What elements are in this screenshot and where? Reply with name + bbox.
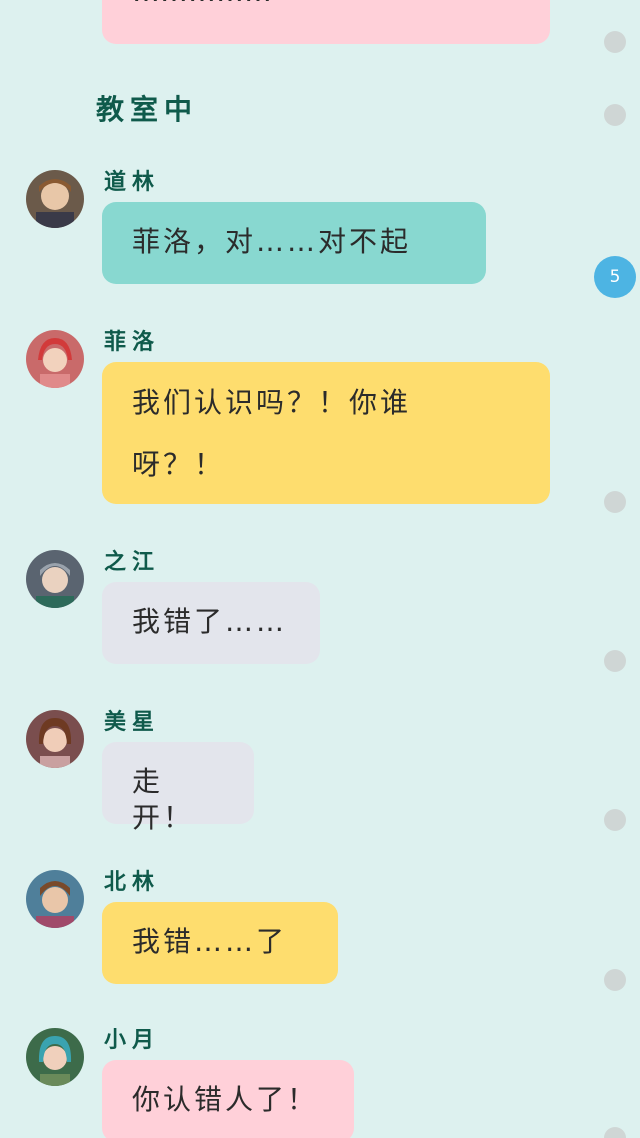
read-indicator-dot — [604, 1127, 626, 1138]
message-bubble[interactable]: 走开！ — [102, 742, 254, 834]
message-text-line-1: 我们认识吗？！你谁 — [132, 386, 412, 419]
message-text: 我错……了 — [132, 925, 288, 958]
sender-name: 道林 — [104, 170, 161, 195]
avatar-daolin[interactable] — [26, 170, 84, 228]
boy-avatar-icon — [26, 170, 84, 228]
avatar-feiluo[interactable] — [26, 330, 84, 388]
sender-name: 小月 — [104, 1028, 161, 1053]
section-title: 教室中 — [96, 93, 199, 126]
message-bubble[interactable]: 我们认识吗？！你谁 呀？！ — [102, 362, 550, 504]
avatar-meixing[interactable] — [26, 710, 84, 768]
message-bubble-top: …………… — [102, 0, 550, 44]
avatar-zhijiang[interactable] — [26, 550, 84, 608]
message-text: …………… — [132, 0, 272, 10]
message-text: 你认错人了！ — [132, 1083, 319, 1116]
read-indicator-dot — [604, 969, 626, 991]
boy-grey-hair-avatar-icon — [26, 550, 84, 608]
girl-teal-hair-avatar-icon — [26, 1028, 84, 1086]
unread-count-badge[interactable]: 5 — [594, 256, 636, 298]
read-indicator-dot — [604, 104, 626, 126]
girl-red-hair-avatar-icon — [26, 330, 84, 388]
message-text: 走开！ — [132, 765, 195, 834]
read-indicator-dot — [604, 491, 626, 513]
sender-name: 之江 — [104, 550, 161, 575]
avatar-xiaoyue[interactable] — [26, 1028, 84, 1086]
boy-brown-hair-avatar-icon — [26, 870, 84, 928]
avatar-beilin[interactable] — [26, 870, 84, 928]
sender-name: 美星 — [104, 710, 161, 735]
read-indicator-dot — [604, 809, 626, 831]
girl-brown-hair-avatar-icon — [26, 710, 84, 768]
message-text: 菲洛，对……对不起 — [132, 225, 412, 258]
message-bubble[interactable]: 我错……了 — [102, 902, 338, 984]
read-indicator-dot — [604, 650, 626, 672]
message-text-line-2: 呀？！ — [132, 448, 226, 481]
message-bubble[interactable]: 你认错人了！ — [102, 1060, 354, 1138]
sender-name: 北林 — [104, 870, 161, 895]
sender-name: 菲洛 — [104, 330, 161, 355]
message-bubble[interactable]: 菲洛，对……对不起 — [102, 202, 486, 284]
message-bubble[interactable]: 我错了…… — [102, 582, 320, 664]
message-text: 我错了…… — [132, 605, 288, 638]
read-indicator-dot — [604, 31, 626, 53]
